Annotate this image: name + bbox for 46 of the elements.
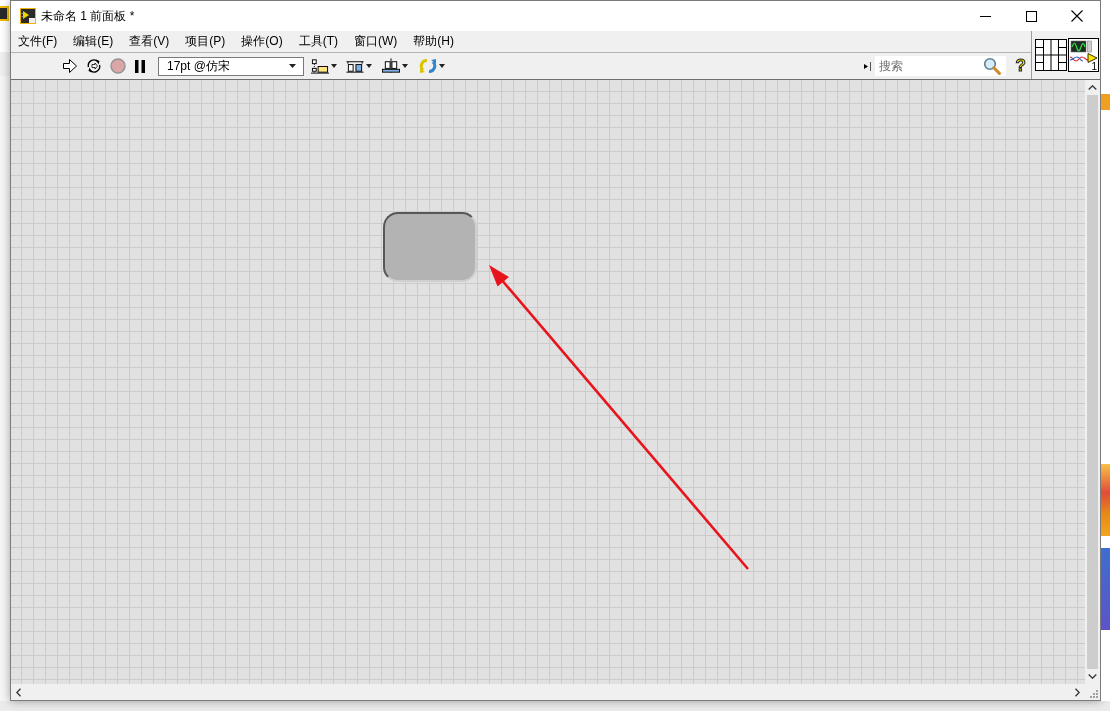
search-icon[interactable]: [982, 57, 1001, 75]
triangle-right-icon: [863, 61, 871, 71]
caret-icon: [366, 64, 372, 68]
app-icon: [0, 6, 9, 21]
scrollbar-thumb[interactable]: [1087, 95, 1098, 669]
menu-item[interactable]: 文件(F): [11, 31, 65, 52]
menu-item[interactable]: 窗口(W): [347, 31, 405, 52]
minimize-icon: [979, 15, 991, 17]
menu-item[interactable]: 帮助(H): [406, 31, 461, 52]
chevron-down-icon: [1088, 674, 1097, 679]
menu-item[interactable]: 项目(P): [178, 31, 233, 52]
distribute-objects-icon: [346, 58, 364, 74]
run-button[interactable]: [62, 56, 78, 76]
chevron-up-icon: [1088, 85, 1097, 90]
font-dropdown[interactable]: 17pt @仿宋: [158, 56, 304, 76]
vi-icon-number: 1: [1091, 61, 1097, 72]
caret-icon: [439, 64, 445, 68]
rounded-panel-object[interactable]: [383, 212, 477, 282]
picture-fragment: [1101, 94, 1110, 110]
caret-icon: [289, 64, 296, 68]
circular-arrows-icon: [86, 58, 102, 74]
picture-fragment: [1101, 464, 1110, 536]
resize-objects-icon: [382, 58, 400, 74]
reorder-button[interactable]: [419, 56, 445, 76]
chevron-right-icon: [1075, 687, 1080, 697]
run-arrow-icon: [62, 58, 78, 74]
reorder-arrows-icon: [419, 58, 437, 74]
run-continuously-button[interactable]: [86, 56, 102, 76]
menu-item[interactable]: 编辑(E): [66, 31, 121, 52]
window-title: 未命名 1 前面板 *: [41, 8, 135, 25]
maximize-icon: [1025, 10, 1037, 22]
connector-pane-icon[interactable]: [1035, 39, 1067, 71]
search-field[interactable]: 搜索: [874, 56, 1006, 76]
vi-icon: [20, 8, 36, 24]
caret-icon: [402, 64, 408, 68]
align-objects-icon: [311, 58, 329, 74]
menu-item[interactable]: 查看(V): [122, 31, 177, 52]
close-icon: [1071, 10, 1083, 22]
caret-icon: [331, 64, 337, 68]
resize-objects-button[interactable]: [382, 56, 408, 76]
menu-item[interactable]: 工具(T): [291, 31, 345, 52]
chevron-left-icon: [16, 687, 21, 697]
align-objects-button[interactable]: [311, 56, 337, 76]
pause-icon: [134, 59, 146, 73]
vi-icon[interactable]: [1068, 38, 1099, 72]
menu-item[interactable]: 操作(O): [234, 31, 290, 52]
